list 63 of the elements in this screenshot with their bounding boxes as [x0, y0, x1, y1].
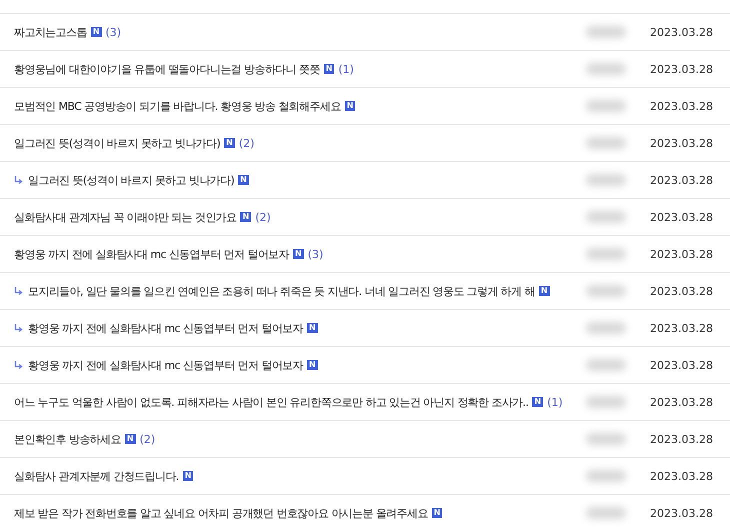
blurred-author — [586, 396, 626, 408]
post-title-link[interactable]: 제보 받은 작가 전화번호를 알고 싶네요 어차피 공개했던 번호잖아요 아시는분 올려주세요 — [14, 506, 428, 520]
post-date: 2023.03.28 — [650, 174, 714, 186]
blurred-author — [586, 63, 626, 75]
post-title-link[interactable]: 모지리들아, 일단 물의를 일으킨 연예인은 조용히 떠나 쥐죽은 듯 지낸다. 너네 일그러진 영웅도 그렇게 하게 해 — [28, 284, 535, 298]
post-date: 2023.03.28 — [650, 396, 714, 408]
blurred-author — [586, 248, 626, 260]
post-title-link[interactable]: 황영웅 까지 전에 실화탐사대 mc 신동엽부터 먼저 털어보자 — [28, 358, 304, 372]
post-title-link[interactable]: 황영웅 까지 전에 실화탐사대 mc 신동엽부터 먼저 털어보자 — [14, 246, 290, 262]
post-date: 2023.03.28 — [650, 100, 714, 112]
post-date: 2023.03.28 — [650, 358, 714, 372]
blurred-author — [586, 26, 626, 38]
comment-count: (2) — [238, 136, 254, 150]
blurred-author — [586, 470, 626, 482]
post-title-link[interactable]: 어느 누구도 억울한 사람이 없도록. 피해자라는 사람이 본인 유리한쪽으로만 하고 있는건 아닌지 정확한 조사가.. — [14, 394, 528, 410]
comment-count: (3) — [308, 248, 324, 260]
post-date: 2023.03.28 — [650, 322, 714, 334]
comment-count: (2) — [140, 432, 156, 446]
new-badge: N — [182, 471, 194, 481]
new-badge: N — [307, 360, 318, 370]
post-date: 2023.03.28 — [650, 248, 714, 260]
blurred-author — [586, 174, 626, 186]
new-badge: N — [538, 286, 550, 296]
post-title-link[interactable]: 황영웅님에 대한이야기을 유툽에 떨돌아다니는걸 방송하다니 쯧쯧 — [14, 62, 320, 76]
post-date: 2023.03.28 — [650, 284, 714, 298]
post-title-link[interactable]: 실화탐사 관계자분께 간청드립니다. — [14, 468, 179, 484]
post-title-link[interactable]: 일그러진 뜻(성격이 바르지 못하고 빗나가다) — [14, 136, 220, 150]
comment-count: (2) — [255, 210, 271, 224]
post-date: 2023.03.28 — [650, 470, 714, 482]
new-badge: N — [238, 175, 249, 185]
post-date: 2023.03.28 — [650, 506, 714, 520]
blurred-author — [586, 285, 626, 297]
blurred-author — [586, 211, 626, 223]
new-badge: N — [307, 323, 318, 333]
blurred-author — [586, 137, 626, 149]
post-title-link[interactable]: 본인확인후 방송하세요 — [14, 432, 121, 446]
comment-count: (1) — [547, 396, 563, 408]
post-title-link[interactable]: 일그러진 뜻(성격이 바르지 못하고 빗나가다) — [28, 172, 234, 188]
post-title-link[interactable]: 황영웅 까지 전에 실화탐사대 mc 신동엽부터 먼저 털어보자 — [28, 320, 304, 336]
blurred-author — [586, 359, 626, 371]
comment-count: (3) — [106, 26, 122, 38]
post-date: 2023.03.28 — [650, 136, 714, 150]
post-date: 2023.03.28 — [650, 210, 714, 224]
new-badge: N — [432, 508, 442, 518]
new-badge: N — [240, 212, 252, 222]
post-date: 2023.03.28 — [650, 432, 714, 446]
blurred-author — [586, 100, 626, 112]
post-date: 2023.03.28 — [650, 26, 714, 38]
new-badge: N — [324, 64, 334, 74]
post-title-link[interactable]: 짜고치는고스톱 — [14, 24, 87, 40]
post-date: 2023.03.28 — [650, 62, 714, 76]
blurred-author — [586, 322, 626, 334]
new-badge: N — [124, 434, 136, 444]
blurred-author — [586, 507, 626, 519]
comment-count: (1) — [338, 62, 354, 76]
new-badge: N — [532, 397, 544, 407]
new-badge: N — [293, 249, 304, 259]
new-badge: N — [90, 27, 102, 37]
post-title-link[interactable]: 실화탐사대 관계자님 꼭 이래야만 되는 것인가요 — [14, 210, 236, 224]
new-badge: N — [224, 138, 235, 148]
post-title-link[interactable]: 모범적인 MBC 공영방송이 되기를 바랍니다. 황영웅 방송 철회해주세요 — [14, 98, 341, 114]
blurred-author — [586, 433, 626, 445]
new-badge: N — [344, 101, 356, 111]
